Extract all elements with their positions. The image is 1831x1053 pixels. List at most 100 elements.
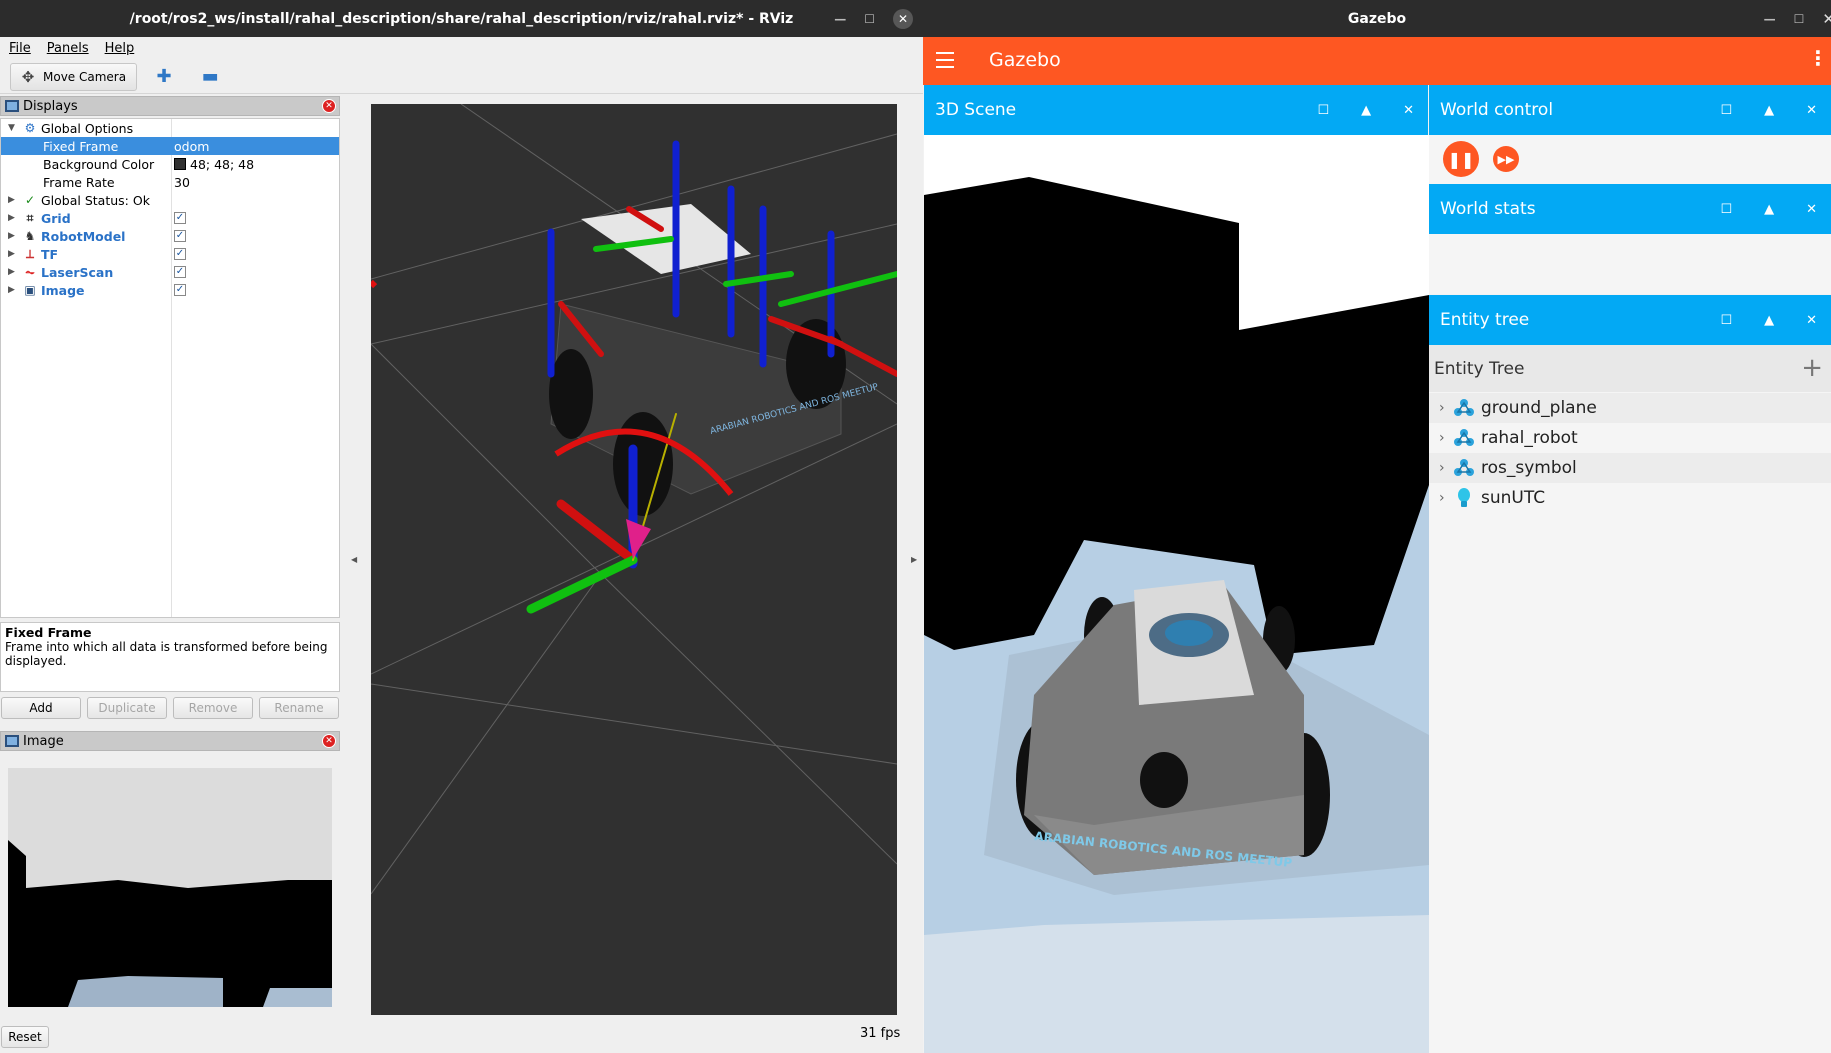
tree-row-image[interactable]: ▶ ▣ Image ✓ (1, 281, 339, 299)
row-label: Global Options (41, 120, 134, 136)
rename-button[interactable]: Rename (259, 697, 339, 719)
tree-row-robotmodel[interactable]: ▶ ♞ RobotModel ✓ (1, 227, 339, 245)
step-forward-button[interactable]: ▶▶ (1493, 146, 1519, 172)
reset-button[interactable]: Reset (1, 1026, 49, 1048)
tree-row-laserscan[interactable]: ▶ ⏦ LaserScan ✓ (1, 263, 339, 281)
expand-arrow-icon[interactable]: ▶ (8, 213, 15, 223)
menu-file[interactable]: File (9, 41, 31, 56)
scene-panel-title: 3D Scene (935, 100, 1017, 120)
entity-row[interactable]: › sunUTC (1429, 483, 1831, 513)
tree-row-frame-rate[interactable]: Frame Rate 30 (1, 173, 339, 191)
expand-arrow-icon[interactable]: ▶ (8, 267, 15, 277)
more-vert-icon[interactable]: ⋮ (1808, 46, 1828, 70)
gazebo-3d-scene[interactable]: ARABIAN ROBOTICS AND ROS MEETUP (924, 135, 1429, 1053)
model-icon (1453, 457, 1475, 479)
tree-row-global-status[interactable]: ▶ ✓ Global Status: Ok (1, 191, 339, 209)
close-icon[interactable]: ✕ (1806, 202, 1817, 217)
close-icon[interactable]: ✕ (1403, 103, 1414, 118)
chevron-right-icon[interactable]: › (1439, 400, 1453, 416)
row-label: Image (41, 282, 85, 298)
collapse-icon[interactable]: ▲ (1764, 313, 1774, 328)
collapse-left-icon[interactable]: ◀ (351, 555, 357, 564)
gazebo-window-title: Gazebo (1347, 10, 1407, 27)
image-panel-icon (5, 735, 19, 747)
tree-row-tf[interactable]: ▶ ⟂ TF ✓ (1, 245, 339, 263)
property-description: Fixed Frame Frame into which all data is… (0, 622, 340, 692)
close-panel-icon[interactable]: ✕ (322, 99, 336, 113)
menu-help[interactable]: Help (105, 41, 135, 56)
entity-row[interactable]: › rahal_robot (1429, 423, 1831, 453)
pause-button[interactable]: ❚❚ (1443, 141, 1479, 177)
expand-arrow-icon[interactable]: ▶ (8, 195, 15, 205)
rviz-window: /root/ros2_ws/install/rahal_description/… (0, 0, 923, 1053)
laserscan-checkbox[interactable]: ✓ (174, 266, 186, 278)
tree-row-fixed-frame[interactable]: Fixed Frame odom (1, 137, 339, 155)
move-camera-label: Move Camera (43, 69, 127, 84)
move-camera-button[interactable]: ✥ Move Camera (10, 62, 138, 91)
chevron-right-icon[interactable]: › (1439, 460, 1453, 476)
close-panel-icon[interactable]: ✕ (322, 734, 336, 748)
menu-icon[interactable] (936, 52, 954, 68)
maximize-icon[interactable]: ☐ (1720, 103, 1732, 118)
entity-row[interactable]: › ground_plane (1429, 393, 1831, 423)
maximize-icon[interactable]: ☐ (1720, 202, 1732, 217)
collapse-icon[interactable]: ▲ (1764, 103, 1774, 118)
color-swatch[interactable] (174, 158, 186, 170)
expand-arrow-icon[interactable]: ▶ (8, 285, 15, 295)
collapse-right-icon[interactable]: ▶ (911, 555, 917, 564)
close-icon[interactable]: ✕ (893, 8, 913, 29)
entity-row[interactable]: › ros_symbol (1429, 453, 1831, 483)
add-button[interactable]: Add (1, 697, 81, 719)
maximize-icon[interactable]: ☐ (864, 12, 875, 26)
gazebo-scene-render: ARABIAN ROBOTICS AND ROS MEETUP (924, 135, 1429, 1053)
description-text: Frame into which all data is transformed… (5, 640, 328, 668)
rviz-3d-viewport[interactable]: ARABIAN ROBOTICS AND ROS MEETUP (371, 104, 897, 1015)
close-icon[interactable]: ✕ (1806, 313, 1817, 328)
world-stats-title: World stats (1440, 199, 1536, 219)
laserscan-icon: ⏦ (25, 265, 35, 279)
robotmodel-checkbox[interactable]: ✓ (174, 230, 186, 242)
menu-panels[interactable]: Panels (47, 41, 89, 56)
background-color-value[interactable]: 48; 48; 48 (190, 157, 254, 172)
gazebo-window: Gazebo — ☐ ✕ Gazebo ⋮ 3D Scene ☐ ▲ ✕ ARA… (923, 0, 1831, 1053)
add-tool-icon[interactable]: ✚ (153, 66, 175, 88)
remove-button[interactable]: Remove (173, 697, 253, 719)
row-label: TF (41, 246, 59, 262)
maximize-icon[interactable]: ☐ (1317, 103, 1329, 118)
duplicate-button[interactable]: Duplicate (87, 697, 167, 719)
tree-row-global-options[interactable]: ▼ ⚙ Global Options (1, 119, 339, 137)
remove-tool-icon[interactable]: ▬ (199, 66, 221, 88)
fixed-frame-value[interactable]: odom (174, 139, 209, 154)
collapse-icon[interactable]: ▲ (1361, 103, 1371, 118)
tree-row-grid[interactable]: ▶ ⌗ Grid ✓ (1, 209, 339, 227)
add-entity-icon[interactable]: + (1801, 353, 1823, 383)
rviz-toolbar: ✥ Move Camera ✚ ▬ (0, 60, 923, 94)
checkmark-icon: ✓ (24, 193, 36, 207)
expand-arrow-icon[interactable]: ▶ (8, 249, 15, 259)
maximize-icon[interactable]: ☐ (1720, 313, 1732, 328)
gazebo-titlebar: Gazebo — ☐ ✕ (923, 0, 1831, 37)
entity-tree-subheader: Entity Tree + (1429, 345, 1831, 392)
entity-name: ros_symbol (1481, 458, 1577, 478)
collapse-arrow-icon[interactable]: ▼ (8, 123, 15, 133)
axes-icon: ⟂ (25, 247, 34, 261)
maximize-icon[interactable]: ☐ (1794, 12, 1805, 26)
move-camera-icon: ✥ (21, 67, 35, 86)
collapse-icon[interactable]: ▲ (1764, 202, 1774, 217)
image-checkbox[interactable]: ✓ (174, 284, 186, 296)
minimize-icon[interactable]: — (1764, 12, 1776, 26)
close-icon[interactable]: ✕ (1806, 103, 1817, 118)
close-icon[interactable]: ✕ (1822, 10, 1831, 28)
chevron-right-icon[interactable]: › (1439, 490, 1453, 506)
gazebo-app-title: Gazebo (989, 49, 1061, 71)
chevron-right-icon[interactable]: › (1439, 430, 1453, 446)
tree-row-background-color[interactable]: Background Color 48; 48; 48 (1, 155, 339, 173)
expand-arrow-icon[interactable]: ▶ (8, 231, 15, 241)
tf-checkbox[interactable]: ✓ (174, 248, 186, 260)
world-stats-header: World stats ☐ ▲ ✕ (1429, 184, 1831, 234)
world-stats-body (1429, 234, 1831, 294)
grid-checkbox[interactable]: ✓ (174, 212, 186, 224)
frame-rate-value[interactable]: 30 (174, 175, 190, 190)
minimize-icon[interactable]: — (834, 12, 846, 26)
camera-image (8, 768, 332, 1007)
